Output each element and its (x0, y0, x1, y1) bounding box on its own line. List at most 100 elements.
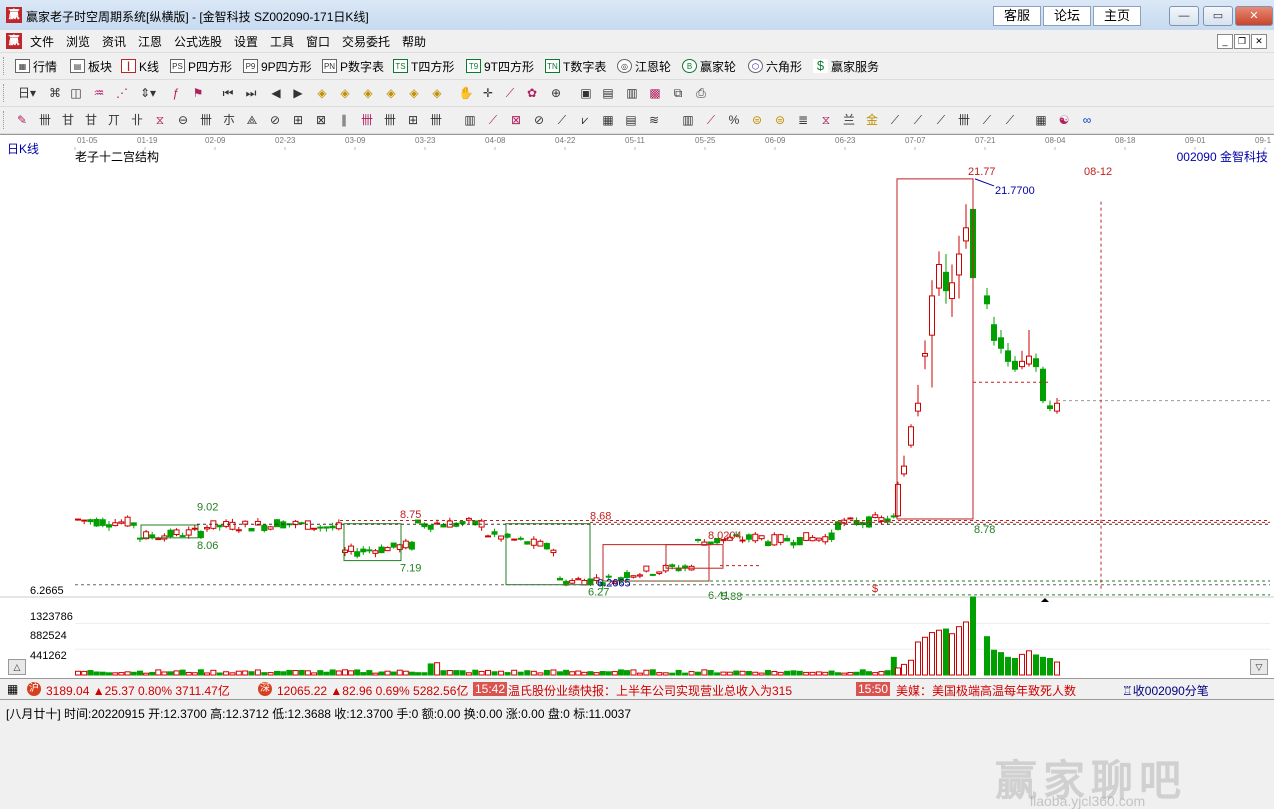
last-bar-icon[interactable]: ⏭ (243, 85, 259, 101)
menu-help[interactable]: 帮助 (402, 33, 426, 50)
tool-icon[interactable]: ≣ (795, 112, 811, 128)
winner-service-button[interactable]: $ 赢家服务 (813, 56, 879, 76)
tool-icon[interactable]: 卌 (956, 112, 972, 128)
9p-square-button[interactable]: P9 9P四方形 (243, 56, 312, 76)
tool-icon[interactable]: 卌 (382, 112, 398, 128)
9t-square-button[interactable]: T9 9T四方形 (466, 56, 534, 76)
flag-icon[interactable]: ⚑ (190, 85, 206, 101)
tool-icon[interactable]: ⟋ (703, 112, 719, 128)
info-icon[interactable]: ◫ (68, 85, 84, 101)
forum-link[interactable]: 论坛 (1043, 6, 1091, 26)
scroll-down-button[interactable]: ▽ (1250, 659, 1268, 675)
service-link[interactable]: 客服 (993, 6, 1041, 26)
menu-file[interactable]: 文件 (30, 33, 54, 50)
tool-icon[interactable]: ⩗ (577, 112, 593, 128)
home-link[interactable]: 主页 (1093, 6, 1141, 26)
tool-icon[interactable]: 卌 (359, 112, 375, 128)
tool-icon[interactable]: 卌 (198, 112, 214, 128)
tool-icon[interactable]: 卌 (37, 112, 53, 128)
grid-icon[interactable]: ▦ (7, 682, 18, 696)
tool-icon[interactable]: ⊞ (405, 112, 421, 128)
hand-icon[interactable]: ✋ (458, 85, 474, 101)
expand-icon[interactable]: ◈ (406, 85, 422, 101)
tool-icon[interactable]: ▤ (623, 112, 639, 128)
menu-gann[interactable]: 江恩 (138, 33, 162, 50)
prev-icon[interactable]: ◀ (268, 85, 284, 101)
zoom-in-icon[interactable]: ◈ (360, 85, 376, 101)
trend-icon[interactable]: ⟋ (502, 85, 518, 101)
tool-icon[interactable]: ≋ (646, 112, 662, 128)
winner-wheel-button[interactable]: B 赢家轮 (682, 56, 736, 76)
close-button[interactable]: ✕ (1235, 6, 1273, 26)
tool-icon[interactable]: 卌 (428, 112, 444, 128)
tool-icon[interactable]: ⟋ (485, 112, 501, 128)
tool-icon[interactable]: ⟋ (887, 112, 903, 128)
mdi-restore-button[interactable]: ❐ (1234, 34, 1250, 49)
tool-icon[interactable]: ⊘ (531, 112, 547, 128)
tool-icon[interactable]: 金 (864, 112, 880, 128)
move-down-icon[interactable]: ◈ (337, 85, 353, 101)
crosshair-icon[interactable]: ✛ (480, 85, 496, 101)
tool-icon[interactable]: ⊠ (313, 112, 329, 128)
menu-tools[interactable]: 工具 (270, 33, 294, 50)
tool-icon[interactable]: ⊘ (267, 112, 283, 128)
pen-icon[interactable]: ✎ (14, 112, 30, 128)
tool-icon[interactable]: 兰 (841, 112, 857, 128)
menu-window[interactable]: 窗口 (306, 33, 330, 50)
minimize-button[interactable]: — (1169, 6, 1199, 26)
tool-icon[interactable]: ⊜ (772, 112, 788, 128)
grid-toggle-icon[interactable]: ▦ (1033, 112, 1049, 128)
move-up-icon[interactable]: ◈ (314, 85, 330, 101)
yin-yang-icon[interactable]: ☯ (1056, 112, 1072, 128)
formula-icon[interactable]: ƒ (168, 85, 184, 101)
percent-icon[interactable]: % (726, 112, 742, 128)
tool-icon[interactable]: ⟋ (933, 112, 949, 128)
table-icon[interactable]: ▤ (600, 85, 616, 101)
gann-wheel-button[interactable]: ◎ 江恩轮 (617, 56, 671, 76)
t-number-table-button[interactable]: TN T数字表 (545, 56, 606, 76)
print-icon[interactable]: ⎙ (693, 85, 709, 101)
tool-icon[interactable]: ∥ (336, 112, 352, 128)
tool-icon[interactable]: ⟋ (910, 112, 926, 128)
tool-icon[interactable]: 丌 (106, 112, 122, 128)
tool-icon[interactable]: ▦ (600, 112, 616, 128)
notes-icon[interactable]: ▥ (624, 85, 640, 101)
blocks-button[interactable]: ▤ 板块 (70, 56, 112, 76)
save-icon[interactable]: ▩ (647, 85, 663, 101)
tool-icon[interactable]: ⟋ (1002, 112, 1018, 128)
tool-icon[interactable]: ⟋ (979, 112, 995, 128)
news-item[interactable]: 温氏股份业绩快报：上半年公司实现营业总收入为315 (508, 682, 848, 699)
p-square-button[interactable]: PS P四方形 (170, 56, 232, 76)
tool-icon[interactable]: 卝 (129, 112, 145, 128)
menu-formula[interactable]: 公式选股 (174, 33, 222, 50)
tool-icon[interactable]: ⊖ (175, 112, 191, 128)
tool-icon[interactable]: ⊜ (749, 112, 765, 128)
tool-icon[interactable]: ⧖ (152, 112, 168, 128)
copy-icon[interactable]: ⧉ (670, 85, 686, 101)
menu-browse[interactable]: 浏览 (66, 33, 90, 50)
scroll-up-button[interactable]: △ (8, 659, 26, 675)
globe-icon[interactable]: ⊕ (548, 85, 564, 101)
tool-icon[interactable]: 甘 (83, 112, 99, 128)
tool-icon[interactable]: ⟋ (554, 112, 570, 128)
tool-icon[interactable]: ▥ (462, 112, 478, 128)
mdi-minimize-button[interactable]: _ (1217, 34, 1233, 49)
next-icon[interactable]: ▶ (290, 85, 306, 101)
hexagon-button[interactable]: ⬡ 六角形 (748, 56, 802, 76)
tool-icon[interactable]: ⟁ (244, 112, 260, 128)
wave-icon[interactable]: ⋰ (114, 85, 130, 101)
t-square-button[interactable]: TS T四方形 (393, 56, 454, 76)
period-dropdown[interactable]: 日▾ (14, 85, 40, 101)
cursor-dropdown[interactable]: ⇕▾ (140, 85, 156, 101)
chart-type-icon[interactable]: ⌘ (47, 85, 63, 101)
mdi-close-button[interactable]: ✕ (1251, 34, 1267, 49)
infinity-icon[interactable]: ∞ (1079, 112, 1095, 128)
quotes-button[interactable]: ▦ 行情 (15, 56, 57, 76)
p-number-table-button[interactable]: PN P数字表 (322, 56, 384, 76)
maximize-button[interactable]: ▭ (1203, 6, 1233, 26)
first-bar-icon[interactable]: ⏮ (220, 85, 236, 101)
news-item[interactable]: 美媒：美国极端高温每年致死人数 (896, 682, 1106, 699)
kline-button[interactable]: ┃ K线 (121, 56, 159, 76)
tool-icon[interactable]: ⊠ (508, 112, 524, 128)
tool-icon[interactable]: ⊞ (290, 112, 306, 128)
